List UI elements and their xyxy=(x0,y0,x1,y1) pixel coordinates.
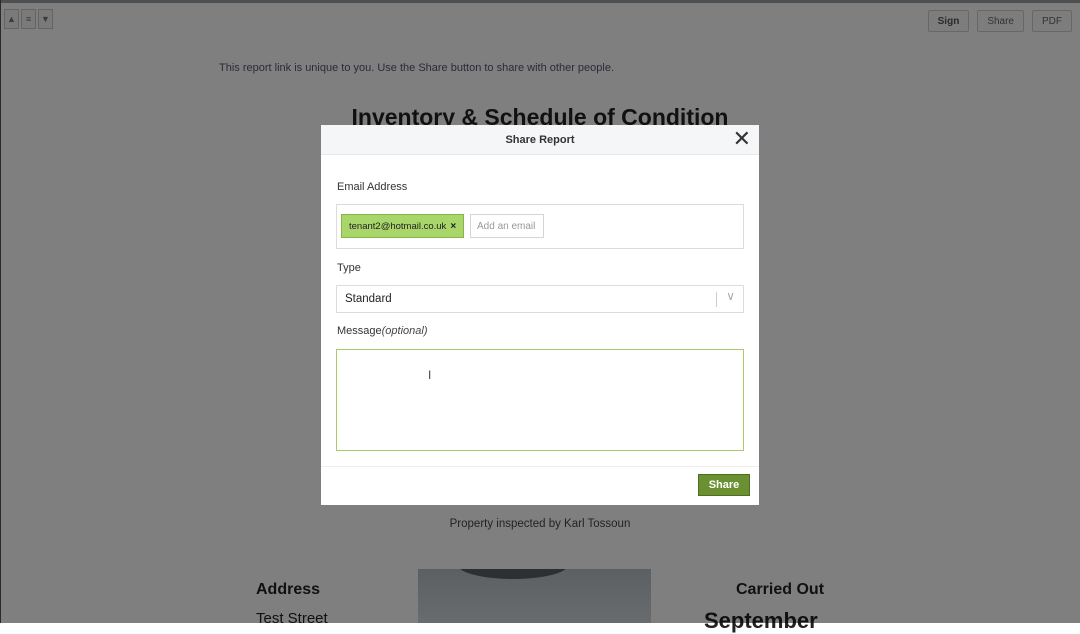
message-label-text: Message xyxy=(337,325,382,337)
message-textarea[interactable] xyxy=(336,349,744,451)
chevron-down-icon[interactable]: ∨ xyxy=(726,289,735,303)
select-separator xyxy=(716,292,717,307)
modal-header: Share Report ✕ xyxy=(321,125,759,155)
type-select[interactable]: Standard ∨ xyxy=(336,285,744,313)
remove-email-icon[interactable]: × xyxy=(450,221,456,232)
modal-title: Share Report xyxy=(505,134,575,146)
optional-hint: (optional) xyxy=(381,325,428,337)
share-button[interactable]: Share xyxy=(698,474,750,496)
add-email-input[interactable] xyxy=(470,214,544,238)
email-chip-text: tenant2@hotmail.co.uk xyxy=(349,220,447,232)
email-chip: tenant2@hotmail.co.uk × xyxy=(341,214,465,238)
message-label: Message(optional) xyxy=(337,325,428,337)
email-tag-field[interactable]: tenant2@hotmail.co.uk × xyxy=(336,204,744,249)
type-selected-value: Standard xyxy=(345,293,392,305)
email-address-label: Email Address xyxy=(337,181,408,193)
type-label: Type xyxy=(337,262,361,274)
modal-footer-divider xyxy=(321,466,759,467)
close-icon[interactable]: ✕ xyxy=(733,127,751,151)
text-cursor-icon: I xyxy=(428,368,432,382)
share-report-modal: Share Report ✕ Email Address tenant2@hot… xyxy=(321,125,759,505)
